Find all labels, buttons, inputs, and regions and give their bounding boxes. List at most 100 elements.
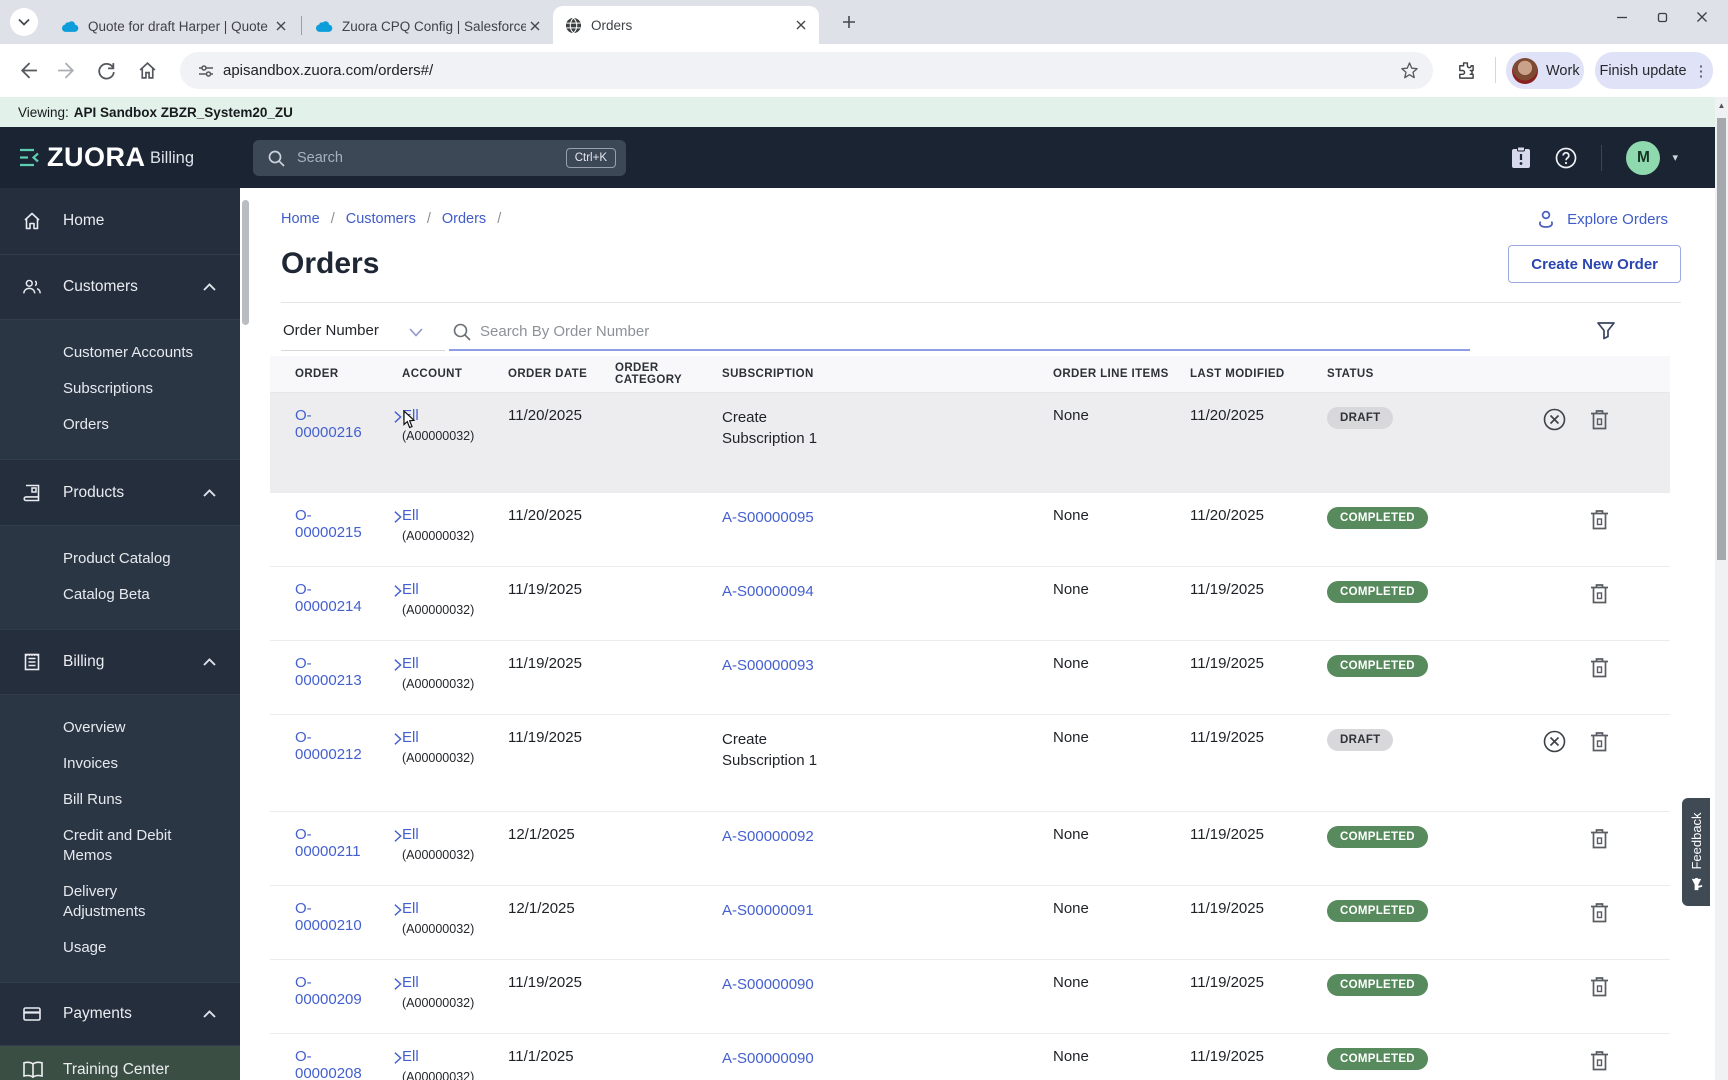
subscription-value[interactable]: A-S00000091 xyxy=(722,900,814,921)
sidebar-item-delivery-adjustments[interactable]: Delivery Adjustments xyxy=(0,874,240,930)
sidebar-item-customers[interactable]: Customers xyxy=(0,255,240,320)
filter-field-dropdown[interactable]: Order Number xyxy=(283,322,379,339)
order-link[interactable]: O-00000215 xyxy=(295,507,369,541)
extensions-icon[interactable] xyxy=(1456,61,1475,80)
sidebar-scrollbar[interactable] xyxy=(240,188,252,1080)
chevron-right-icon[interactable] xyxy=(394,732,402,746)
create-new-order-button[interactable]: Create New Order xyxy=(1508,245,1681,283)
finish-update-button[interactable]: Finish update ⋮ xyxy=(1595,52,1713,89)
filter-funnel-icon[interactable] xyxy=(1596,320,1616,340)
sidebar-collapse-icon[interactable] xyxy=(18,148,42,167)
chevron-right-icon[interactable] xyxy=(394,977,402,991)
url-text[interactable]: apisandbox.zuora.com/orders#/ xyxy=(223,62,433,79)
account-link[interactable]: Ell xyxy=(402,581,419,598)
address-bar[interactable]: apisandbox.zuora.com/orders#/ xyxy=(180,52,1433,89)
tab-close-icon[interactable] xyxy=(526,18,543,35)
account-link[interactable]: Ell xyxy=(402,655,419,672)
global-search-input[interactable]: Search Ctrl+K xyxy=(253,140,626,176)
order-link[interactable]: O-00000213 xyxy=(295,655,369,689)
chevron-right-icon[interactable] xyxy=(394,510,402,524)
tasks-alert-icon[interactable] xyxy=(1511,146,1531,169)
account-link[interactable]: Ell xyxy=(402,900,419,917)
sidebar-item-subscriptions[interactable]: Subscriptions xyxy=(0,371,240,407)
column-header-account[interactable]: ACCOUNT xyxy=(402,368,508,380)
table-row[interactable]: O-00000214 Ell (A00000032) 11/19/2025 A-… xyxy=(270,567,1670,641)
delete-order-icon[interactable] xyxy=(1590,1050,1609,1071)
subscription-value[interactable]: A-S00000090 xyxy=(722,1048,814,1069)
column-header-order-date[interactable]: ORDER DATE xyxy=(508,368,615,380)
browser-tab-cpq-config[interactable]: Zuora CPQ Config | Salesforce xyxy=(304,8,553,44)
column-header-last-modified[interactable]: LAST MODIFIED xyxy=(1190,368,1327,380)
delete-order-icon[interactable] xyxy=(1590,828,1609,849)
sidebar-item-payments[interactable]: Payments xyxy=(0,983,240,1046)
order-link[interactable]: O-00000209 xyxy=(295,974,369,1008)
sidebar-item-credit-debit-memos[interactable]: Credit and Debit Memos xyxy=(0,818,240,874)
browser-tab-quote[interactable]: Quote for draft Harper | Quote xyxy=(50,8,299,44)
browser-profile-chip[interactable]: Work xyxy=(1506,52,1584,89)
tab-close-icon[interactable] xyxy=(792,17,809,34)
tab-search-button[interactable] xyxy=(10,8,38,36)
scrollbar-thumb[interactable] xyxy=(1717,118,1726,560)
account-link[interactable]: Ell xyxy=(402,507,419,524)
subscription-value[interactable]: A-S00000094 xyxy=(722,581,814,602)
chevron-right-icon[interactable] xyxy=(394,584,402,598)
reload-icon[interactable] xyxy=(96,60,117,81)
browser-tab-orders[interactable]: Orders xyxy=(553,6,819,44)
account-link[interactable]: Ell xyxy=(402,974,419,991)
table-row[interactable]: O-00000210 Ell (A00000032) 12/1/2025 A-S… xyxy=(270,886,1670,960)
table-row[interactable]: O-00000212 Ell (A00000032) 11/19/2025 Cr… xyxy=(270,715,1670,812)
order-search-input[interactable]: Search By Order Number xyxy=(480,323,649,340)
new-tab-button[interactable] xyxy=(837,10,861,34)
table-row[interactable]: O-00000216 Ell (A00000032) 11/20/2025 Cr… xyxy=(270,393,1670,493)
sidebar-item-product-catalog[interactable]: Product Catalog xyxy=(0,541,240,577)
account-link[interactable]: Ell xyxy=(402,729,419,746)
sidebar-item-home[interactable]: Home xyxy=(0,188,240,255)
sidebar-item-usage[interactable]: Usage xyxy=(0,930,240,966)
home-icon[interactable] xyxy=(137,60,158,81)
window-close-button[interactable] xyxy=(1682,0,1722,34)
cancel-order-icon[interactable] xyxy=(1543,408,1566,431)
user-avatar[interactable]: M xyxy=(1626,140,1661,175)
page-scrollbar[interactable]: ▲ xyxy=(1715,97,1728,1080)
order-link[interactable]: O-00000211 xyxy=(295,826,369,860)
sidebar-scrollbar-thumb[interactable] xyxy=(242,200,249,325)
column-header-order-line-items[interactable]: ORDER LINE ITEMS xyxy=(1053,368,1190,380)
table-row[interactable]: O-00000209 Ell (A00000032) 11/19/2025 A-… xyxy=(270,960,1670,1034)
tab-close-icon[interactable] xyxy=(272,18,289,35)
delete-order-icon[interactable] xyxy=(1590,509,1609,530)
help-icon[interactable] xyxy=(1555,147,1577,169)
breadcrumb-customers[interactable]: Customers xyxy=(346,211,416,227)
account-link[interactable]: Ell xyxy=(402,1048,419,1065)
table-row[interactable]: O-00000213 Ell (A00000032) 11/19/2025 A-… xyxy=(270,641,1670,715)
sidebar-item-training-center[interactable]: Training Center xyxy=(0,1046,240,1080)
account-link[interactable]: Ell xyxy=(402,826,419,843)
column-header-order[interactable]: ORDER xyxy=(295,368,402,380)
sidebar-item-products[interactable]: Products xyxy=(0,460,240,526)
subscription-value[interactable]: A-S00000095 xyxy=(722,507,814,528)
site-settings-icon[interactable] xyxy=(197,62,215,80)
delete-order-icon[interactable] xyxy=(1590,902,1609,923)
sidebar-item-customer-accounts[interactable]: Customer Accounts xyxy=(0,335,240,371)
sidebar-item-overview[interactable]: Overview xyxy=(0,710,240,746)
sidebar-item-billing[interactable]: Billing xyxy=(0,630,240,695)
delete-order-icon[interactable] xyxy=(1590,657,1609,678)
order-link[interactable]: O-00000214 xyxy=(295,581,369,615)
subscription-value[interactable]: A-S00000090 xyxy=(722,974,814,995)
chevron-right-icon[interactable] xyxy=(394,410,402,424)
chevron-right-icon[interactable] xyxy=(394,1051,402,1065)
order-link[interactable]: O-00000208 xyxy=(295,1048,369,1080)
explore-orders-link[interactable]: Explore Orders xyxy=(1537,208,1668,230)
user-menu-caret-icon[interactable]: ▾ xyxy=(1672,151,1678,164)
chevron-right-icon[interactable] xyxy=(394,903,402,917)
column-header-order-category[interactable]: ORDER CATEGORY xyxy=(615,362,722,386)
scrollbar-up-arrow[interactable]: ▲ xyxy=(1715,101,1728,110)
order-link[interactable]: O-00000210 xyxy=(295,900,369,934)
delete-order-icon[interactable] xyxy=(1590,583,1609,604)
bookmark-star-icon[interactable] xyxy=(1400,61,1419,80)
window-minimize-button[interactable] xyxy=(1602,0,1642,34)
cancel-order-icon[interactable] xyxy=(1543,730,1566,753)
table-row[interactable]: O-00000211 Ell (A00000032) 12/1/2025 A-S… xyxy=(270,812,1670,886)
sidebar-item-invoices[interactable]: Invoices xyxy=(0,746,240,782)
delete-order-icon[interactable] xyxy=(1590,409,1609,430)
column-header-subscription[interactable]: SUBSCRIPTION xyxy=(722,368,1053,380)
